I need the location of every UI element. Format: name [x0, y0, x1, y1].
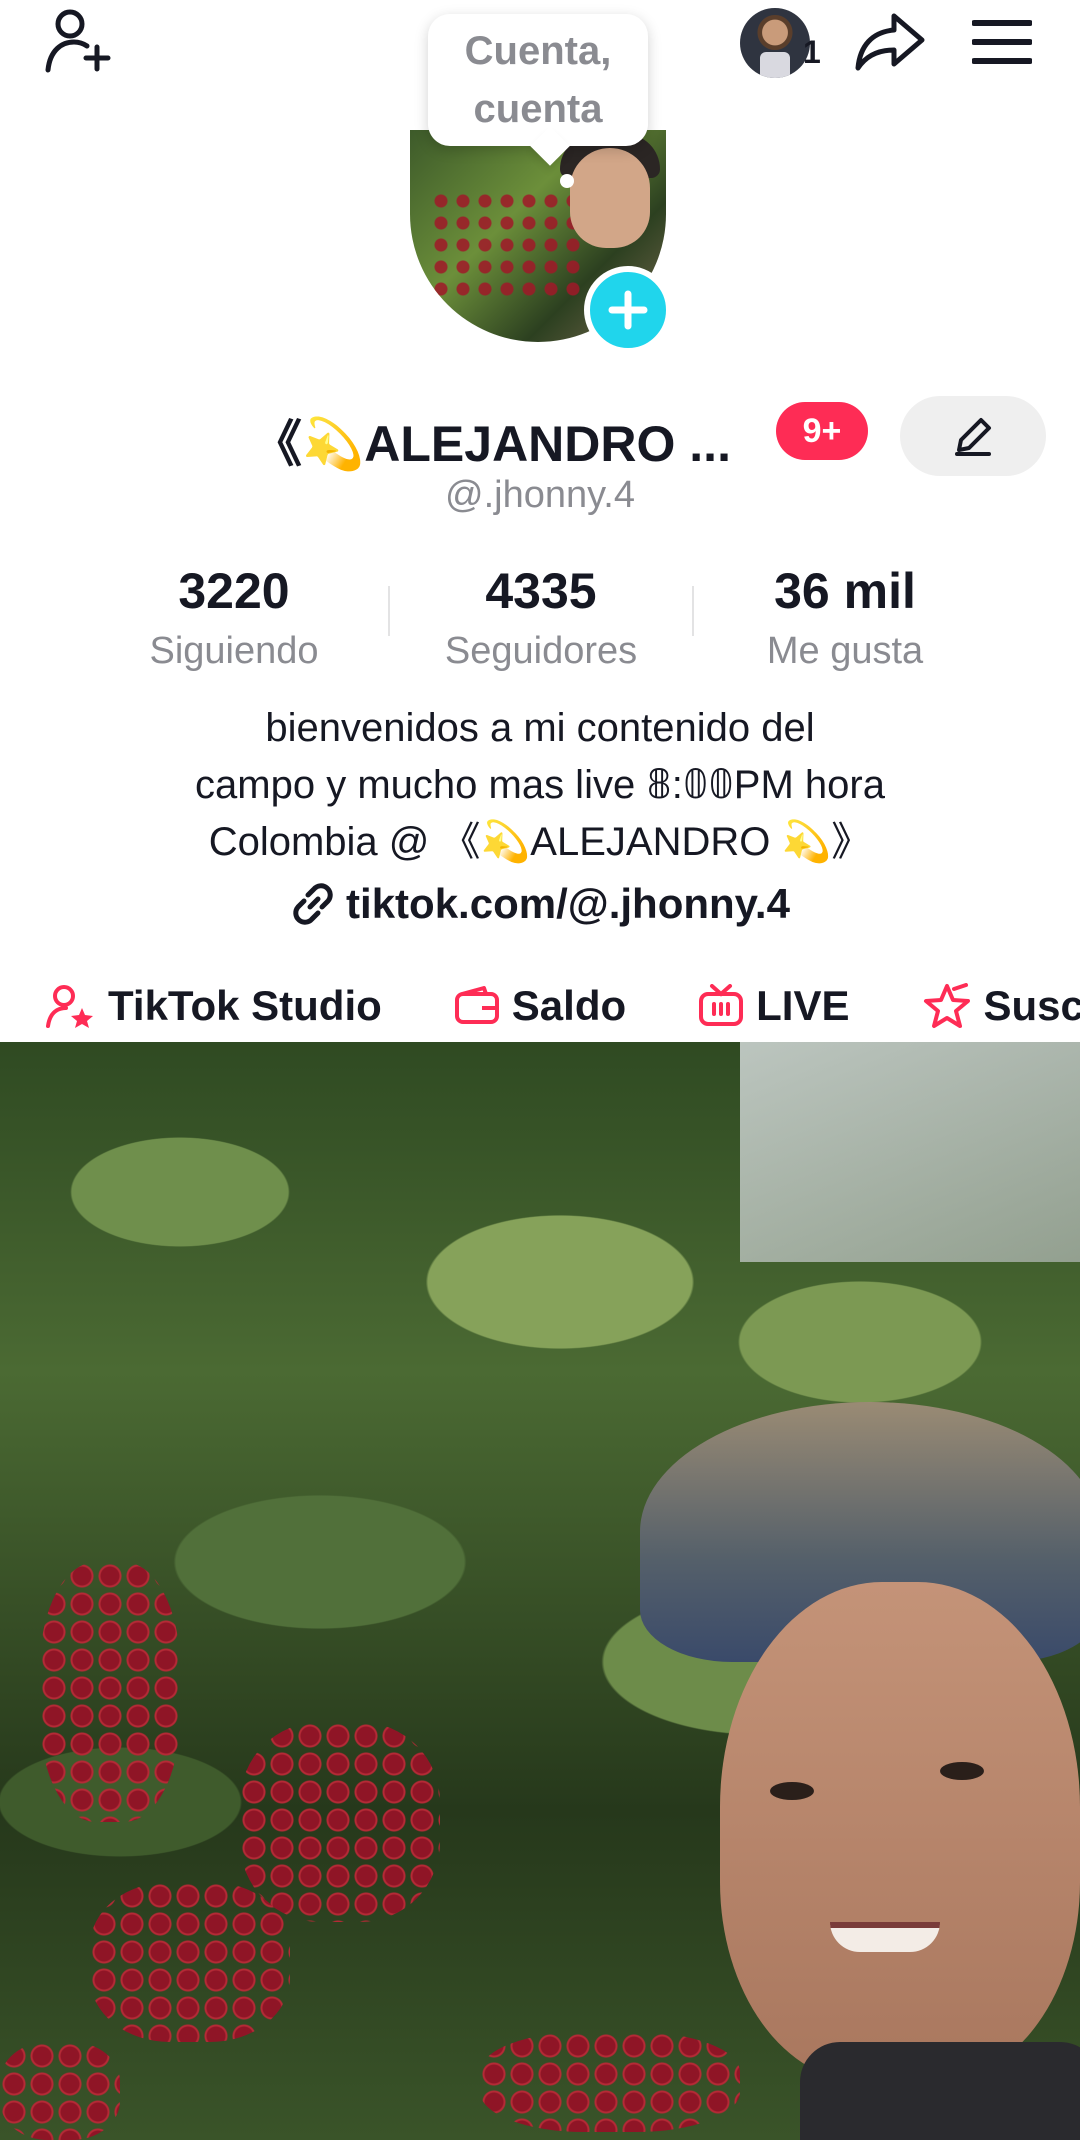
thumbnail-face: [720, 1582, 1080, 2082]
plus-icon: [608, 290, 648, 330]
pencil-icon: [955, 418, 991, 456]
avatar-photo-face: [570, 148, 650, 248]
likes-stat[interactable]: 36 mil Me gusta: [715, 556, 975, 676]
creator-star-icon: [46, 985, 93, 1028]
thumbnail-shirt: [800, 2042, 1080, 2140]
name-row: 《💫ALEJANDRO ... 9+: [0, 396, 1080, 476]
likes-count: 36 mil: [774, 563, 916, 619]
live-tv-icon: [699, 984, 744, 1026]
wallet-icon: [454, 986, 499, 1024]
notifications-badge[interactable]: 9+: [776, 402, 868, 460]
subscription-star-icon: [923, 983, 970, 1028]
following-label: Siguiendo: [149, 630, 319, 672]
profile-bio[interactable]: bienvenidos a mi contenido del campo y m…: [90, 700, 990, 871]
balance-label: Saldo: [511, 982, 627, 1029]
add-person-icon: [45, 9, 111, 73]
coffee-berry-cluster: [0, 2042, 120, 2140]
thumbnail-sky: [740, 1042, 1080, 1262]
tiktok-studio-button[interactable]: TikTok Studio: [0, 982, 382, 1030]
account-tooltip-text: Cuenta, cuenta: [464, 29, 612, 131]
hamburger-menu-icon: [972, 20, 1032, 64]
thumbnail-eye: [940, 1762, 984, 1780]
coffee-berry-cluster: [480, 2032, 740, 2132]
account-tooltip[interactable]: Cuenta, cuenta: [428, 14, 648, 146]
profile-stats: 3220 Siguiendo 4335 Seguidores 36 mil Me…: [0, 556, 1080, 676]
menu-button[interactable]: [962, 6, 1042, 78]
likes-label: Me gusta: [766, 630, 924, 672]
subscription-button[interactable]: Suscri: [876, 982, 1080, 1030]
switch-account-avatar[interactable]: [740, 8, 810, 78]
bio-line: campo y mucho mas live 𝟠:𝟘𝟘PM hora: [195, 763, 885, 807]
link-icon: [293, 883, 333, 925]
coffee-berry-cluster: [90, 1882, 290, 2042]
edit-profile-button[interactable]: [900, 396, 1046, 476]
coffee-berry-cluster: [240, 1722, 440, 1922]
display-name: 《💫ALEJANDRO ...: [252, 416, 731, 472]
followers-label: Seguidores: [444, 630, 638, 672]
avatar-photo-berries: [430, 190, 580, 300]
coffee-berry-cluster: [40, 1562, 180, 1822]
profile-link[interactable]: tiktok.com/@.jhonny.4: [0, 880, 1080, 928]
username: @.jhonny.4: [445, 474, 635, 516]
avatar-dot: [560, 174, 574, 188]
share-profile-button[interactable]: [850, 6, 930, 78]
account-count: 1: [803, 34, 821, 70]
followers-count: 4335: [485, 563, 597, 619]
following-stat[interactable]: 3220 Siguiendo: [104, 556, 364, 676]
profile-link-text: tiktok.com/@.jhonny.4: [346, 880, 790, 927]
live-label: LIVE: [756, 982, 850, 1029]
add-story-button[interactable]: [584, 266, 672, 354]
thumbnail-eye: [770, 1782, 814, 1800]
tiktok-studio-label: TikTok Studio: [108, 982, 382, 1029]
stat-divider: [388, 586, 390, 636]
bio-line: Colombia @ 《💫ALEJANDRO 💫》: [208, 820, 872, 864]
bio-line: bienvenidos a mi contenido del: [265, 706, 815, 750]
stat-divider: [692, 586, 694, 636]
subscription-label: Suscri: [983, 982, 1080, 1029]
share-arrow-icon: [855, 13, 925, 71]
creator-tools-row: TikTok Studio Saldo LIVE Suscri: [0, 968, 1080, 1044]
thumbnail-mouth: [830, 1922, 940, 1952]
video-thumbnail[interactable]: [0, 1042, 1080, 2140]
live-button[interactable]: LIVE: [652, 982, 850, 1030]
balance-button[interactable]: Saldo: [408, 982, 626, 1030]
add-friend-button[interactable]: [36, 6, 116, 78]
following-count: 3220: [178, 563, 290, 619]
followers-stat[interactable]: 4335 Seguidores: [411, 556, 671, 676]
